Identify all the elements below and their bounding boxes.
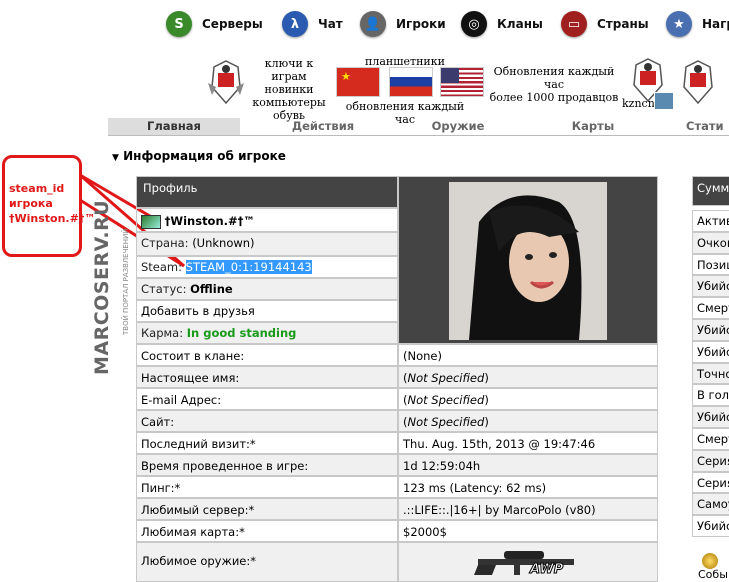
summary-row: Убийс [692,319,729,341]
summary-header: Сумма [692,176,729,206]
steam-id-value[interactable]: STEAM_0:1:19144143 [185,260,312,274]
steam-label: Steam: [141,260,183,274]
summary-row: Серия [692,471,729,494]
weapon-label: AWP [529,562,564,578]
summary-row: Серия [692,449,729,472]
summary-row: Самоу [692,493,729,516]
watermark-text: MARCOSERV.RU [91,199,113,375]
detail-value: 123 ms (Latency: 62 ms) [398,476,658,498]
profile-name-row: †Winston.#†™ [136,208,398,232]
watermark: MARCOSERV.RU [91,199,121,375]
flag-icon [141,214,161,229]
karma-label: Карма: [141,326,184,340]
add-friend-link[interactable]: Добавить в друзья [136,300,398,322]
summary-row: Убийс [692,340,729,363]
paren: ) [484,415,489,429]
detail-value-text: Not Specified [407,415,485,429]
status-value: Offline [190,282,233,296]
detail-label: Последний визит:* [136,432,398,454]
summary-row: Очков [692,231,729,254]
detail-value: (Not Specified) [398,366,658,388]
avatar-panel [398,176,658,344]
summary-row: Убийс [692,515,729,537]
paren: ) [484,371,489,385]
watermark-subtext: ТВОЙ ПОРТАЛ РАЗВЛЕЧЕНИЙ [122,228,130,335]
detail-value: $2000$ [398,520,658,542]
summary-row: Смерт [692,297,729,319]
karma-row: Карма: In good standing [136,322,398,344]
awp-rifle-icon [474,551,574,575]
summary-row: Точно [692,362,729,385]
summary-row: Убийс [692,406,729,428]
player-name: †Winston.#†™ [164,214,255,228]
country-label: Страна: [141,236,189,250]
steam-row: Steam: STEAM_0:1:19144143 [136,256,398,278]
profile-header: Профиль [136,176,398,208]
detail-label: Любимая карта:* [136,520,398,542]
detail-value: (Not Specified) [398,410,658,432]
summary-footer: Собы [698,568,728,581]
detail-value-text: Not Specified [407,393,485,407]
summary-row: Позиц [692,253,729,276]
country-value: (Unknown) [192,236,255,250]
detail-label: Любимое оружие:* [136,542,398,582]
detail-label: Сайт: [136,410,398,432]
country-row: Страна: (Unknown) [136,232,398,256]
detail-label: Пинг:* [136,476,398,498]
detail-label: Состоит в клане: [136,344,398,366]
summary-row: В голо [692,384,729,407]
avatar[interactable] [449,182,607,340]
paren: ) [484,393,489,407]
detail-label: Любимый сервер:* [136,498,398,520]
detail-label: Настоящее имя: [136,366,398,388]
summary-row: Убийс [692,275,729,298]
detail-value: .::LIFE::.|16+| by MarcoPolo (v80) [398,498,658,520]
detail-value: Thu. Aug. 15th, 2013 @ 19:47:46 [398,432,658,454]
status-row: Статус: Offline [136,278,398,300]
medal-icon [702,553,718,569]
summary-row: Актив [692,210,729,232]
karma-value: In good standing [186,326,297,340]
detail-label: Время проведенное в игре: [136,454,398,476]
summary-row: Смерт [692,428,729,450]
detail-value: (Not Specified) [398,388,658,410]
detail-value: 1d 12:59:04h [398,454,658,476]
detail-label: E-mail Адрес: [136,388,398,410]
detail-value-text: Not Specified [407,371,485,385]
detail-value: (None) [398,344,658,366]
status-label: Статус: [141,282,187,296]
